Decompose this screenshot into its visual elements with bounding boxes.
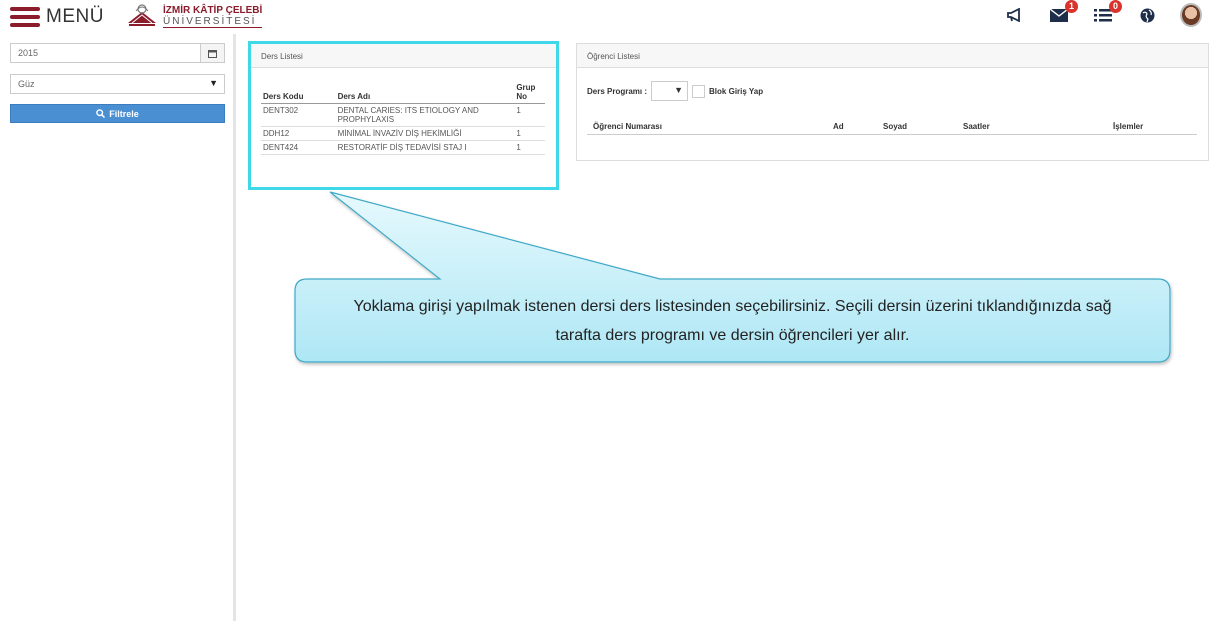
globe-icon[interactable] [1136, 4, 1158, 26]
column-header: Ders Kodu [261, 81, 336, 104]
course-row[interactable]: DENT424 RESTORATİF DİŞ TEDAVİSİ STAJ I 1 [261, 140, 545, 155]
student-table-header: Öğrenci Numarası Ad Soyad Saatler İşleml… [587, 122, 1197, 135]
university-logo[interactable]: İZMİR KÂTİP ÇELEBİ ÜNİVERSİTESİ [125, 3, 263, 29]
block-entry-label: Blok Giriş Yap [709, 86, 764, 96]
course-group: 1 [514, 103, 545, 127]
term-select[interactable]: Güz ▼ [10, 74, 225, 94]
year-date-field[interactable]: 2015 [10, 43, 225, 63]
course-table: Ders Kodu Ders Adı Grup No DENT302 DENTA… [261, 81, 545, 155]
course-group: 1 [514, 126, 545, 141]
course-code: DENT424 [261, 140, 336, 155]
list-icon[interactable]: 0 [1092, 0, 1122, 26]
column-header: Öğrenci Numarası [593, 122, 662, 131]
column-header: Grup No [514, 81, 545, 104]
term-value: Güz [18, 79, 35, 89]
course-name: RESTORATİF DİŞ TEDAVİSİ STAJ I [335, 140, 515, 155]
tutorial-callout-text: Yoklama girişi yapılmak istenen dersi de… [353, 297, 1112, 344]
avatar [1180, 3, 1202, 27]
filter-button-label: Filtrele [109, 108, 139, 119]
filter-button[interactable]: Filtrele [10, 104, 225, 123]
top-bar: MENÜ İZMİR KÂTİP ÇELEBİ ÜNİVERSİTESİ 1 0 [0, 0, 1212, 34]
column-header: Ad [833, 122, 844, 131]
mail-icon[interactable]: 1 [1048, 0, 1078, 26]
hamburger-icon [10, 7, 40, 27]
chevron-down-icon: ▼ [209, 78, 218, 88]
calendar-icon[interactable] [200, 44, 224, 62]
chevron-down-icon: ▼ [674, 85, 684, 95]
course-code: DDH12 [261, 126, 336, 141]
course-row[interactable]: DENT302 DENTAL CARIES: ITS ETIOLOGY AND … [261, 103, 545, 127]
menu-button[interactable]: MENÜ [10, 6, 104, 28]
logo-subtitle: ÜNİVERSİTESİ [163, 16, 263, 28]
course-name: MİNİMAL İNVAZİV DİŞ HEKİMLİĞİ [335, 126, 515, 141]
logo-emblem-icon [128, 4, 156, 26]
column-header: Ders Adı [335, 81, 515, 104]
column-header: İşlemler [1113, 122, 1144, 131]
megaphone-icon[interactable] [1004, 4, 1026, 26]
course-program-label: Ders Programı : [587, 86, 648, 96]
year-value: 2015 [18, 48, 39, 58]
course-name: DENTAL CARIES: ITS ETIOLOGY AND PROPHYLA… [335, 103, 515, 127]
course-program-select[interactable]: ▼ [651, 81, 689, 101]
course-list-panel: Ders Listesi Ders Kodu Ders Adı Grup No … [248, 41, 559, 190]
block-entry-checkbox[interactable] [692, 84, 706, 98]
mail-badge: 1 [1065, 0, 1078, 13]
course-list-title: Ders Listesi [251, 44, 556, 68]
course-row[interactable]: DDH12 MİNİMAL İNVAZİV DİŞ HEKİMLİĞİ 1 [261, 126, 545, 141]
filter-sidebar: 2015 Güz ▼ Filtrele [0, 34, 236, 621]
student-list-title: Öğrenci Listesi [577, 44, 1208, 68]
column-header: Soyad [883, 122, 908, 131]
logo-title: İZMİR KÂTİP ÇELEBİ [163, 4, 263, 16]
user-avatar[interactable] [1180, 3, 1202, 27]
course-code: DENT302 [261, 103, 336, 127]
student-list-panel: Öğrenci Listesi Ders Programı : ▼ Blok G… [576, 43, 1209, 161]
list-badge: 0 [1109, 0, 1122, 13]
column-header: Saatler [963, 122, 990, 131]
search-icon [96, 109, 106, 118]
menu-label: MENÜ [46, 6, 104, 27]
course-group: 1 [514, 140, 545, 155]
